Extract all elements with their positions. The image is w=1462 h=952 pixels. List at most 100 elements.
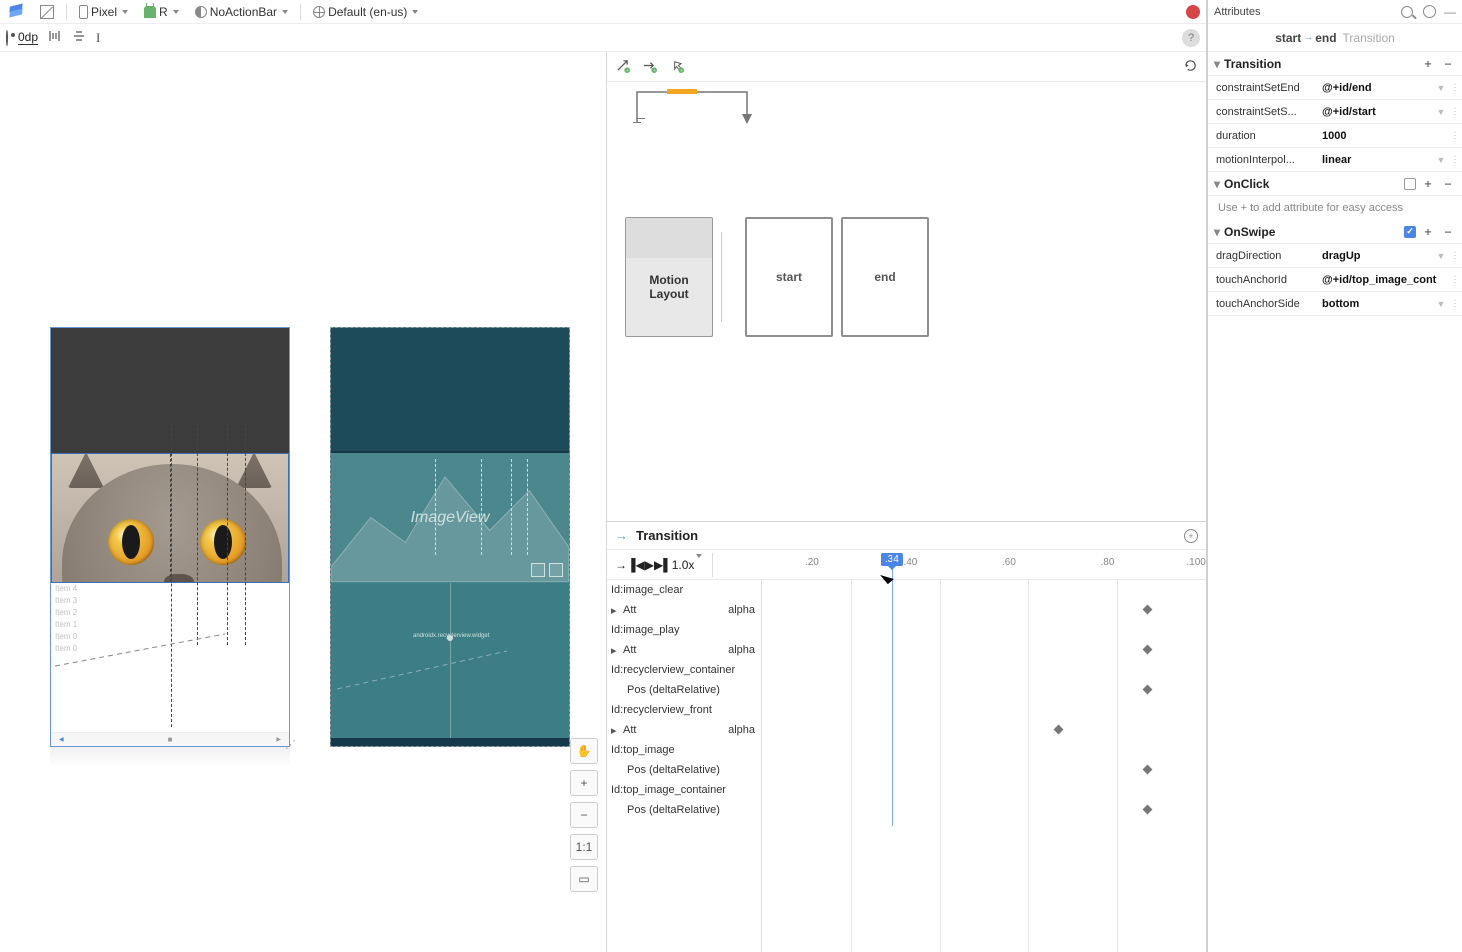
add-icon[interactable]: + — [1420, 56, 1436, 72]
api-picker[interactable]: R — [140, 4, 183, 20]
track-id[interactable]: Id:top_image_container — [607, 780, 761, 800]
zoom-1to1-button[interactable]: 1:1 — [570, 834, 598, 860]
svg-text:+: + — [680, 68, 683, 73]
track-attr[interactable]: ▸Attalpha — [607, 720, 761, 740]
attributes-title: Attributes — [1214, 6, 1260, 18]
design-toolbar: Pixel R NoActionBar Default (en-us) — [0, 0, 1206, 24]
prop-touchAnchorId[interactable]: touchAnchorId @+id/top_image_cont ⋮ — [1208, 268, 1462, 292]
track-id[interactable]: Id:recyclerview_container — [607, 660, 761, 680]
remove-icon[interactable]: − — [1440, 176, 1456, 192]
motion-layout-box[interactable]: Motion Layout — [625, 217, 713, 337]
speed-picker[interactable]: 1.0x — [672, 558, 703, 572]
track-pos[interactable]: Pos (deltaRelative) — [607, 680, 761, 700]
blueprint-topbar — [331, 328, 569, 453]
transition-header: → Transition + — [607, 522, 1206, 550]
skip-end-button[interactable]: ▶▌ — [654, 558, 672, 572]
transition-title: Transition — [636, 528, 698, 543]
layers-icon[interactable] — [6, 4, 28, 20]
track-attr[interactable]: ▸Attalpha — [607, 640, 761, 660]
align-tool-2-icon[interactable] — [72, 29, 86, 46]
text-tool-icon[interactable]: I — [96, 30, 100, 46]
device-picker[interactable]: Pixel — [75, 4, 132, 20]
preview-topbar — [51, 328, 289, 453]
eye-icon[interactable] — [6, 31, 8, 45]
onclick-hint: Use + to add attribute for easy access — [1208, 196, 1462, 220]
timeline-labels: Id:image_clear ▸Attalpha Id:image_play ▸… — [607, 580, 762, 952]
svg-text:+: + — [653, 68, 656, 73]
track-id[interactable]: Id:image_play — [607, 620, 761, 640]
keyframe-icon[interactable] — [1142, 685, 1152, 695]
prop-constraintSetStart[interactable]: constraintSetS... @+id/start ▼⋮ — [1208, 100, 1462, 124]
zoom-in-button[interactable]: + — [570, 770, 598, 796]
section-transition[interactable]: ▾ Transition + − — [1208, 52, 1462, 76]
motion-graph: Motion Layout start end — [607, 82, 1206, 522]
motion-editor: + + + Motion Layout start end — [606, 52, 1206, 952]
zoom-fit-button[interactable]: ▭ — [570, 866, 598, 892]
prop-dragDirection[interactable]: dragDirection dragUp ▼⋮ — [1208, 244, 1462, 268]
add-transition-icon[interactable]: + — [642, 58, 657, 76]
attributes-panel: Attributes — start → end Transition ▾ Tr… — [1207, 0, 1462, 952]
remove-icon[interactable]: − — [1440, 224, 1456, 240]
gear-icon[interactable] — [1423, 5, 1436, 18]
track-id[interactable]: Id:image_clear — [607, 580, 761, 600]
locale-picker[interactable]: Default (en-us) — [309, 4, 422, 20]
track-attr[interactable]: ▸Attalpha — [607, 600, 761, 620]
onclick-checkbox[interactable] — [1404, 178, 1416, 190]
motion-graph-toolbar: + + + — [607, 52, 1206, 82]
track-id[interactable]: Id:recyclerview_front — [607, 700, 761, 720]
onswipe-checkbox[interactable]: ✓ — [1404, 226, 1416, 238]
add-icon[interactable]: + — [1420, 176, 1436, 192]
zoom-controls: ✋ + − 1:1 ▭ — [570, 738, 598, 892]
design-preview[interactable]: Item 4 Item 3 Item 2 Item 1 Item 0 Item … — [50, 327, 290, 747]
keyframe-icon[interactable] — [1142, 765, 1152, 775]
prop-motionInterpolator[interactable]: motionInterpol... linear ▼⋮ — [1208, 148, 1462, 172]
preview-navbar: ◀ ■ ▶ — [51, 732, 289, 746]
keyframe-icon[interactable] — [1142, 645, 1152, 655]
keyframe-icon[interactable] — [1142, 805, 1152, 815]
timeline-ruler[interactable]: .20 .40 .60 .80 .100 .34 — [712, 553, 1206, 577]
zero-dp-button[interactable]: 0dp — [18, 30, 38, 45]
remove-icon[interactable]: − — [1440, 56, 1456, 72]
cycle-icon[interactable] — [1183, 58, 1198, 76]
timeline-track[interactable] — [762, 580, 1206, 952]
prop-touchAnchorSide[interactable]: touchAnchorSide bottom ▼⋮ — [1208, 292, 1462, 316]
keyframe-icon[interactable] — [1142, 605, 1152, 615]
minimize-icon[interactable]: — — [1444, 5, 1456, 19]
play-button[interactable]: ▶ — [645, 558, 654, 572]
skip-start-button[interactable]: ▐◀ — [627, 558, 645, 572]
section-onswipe[interactable]: ▾ OnSwipe ✓ + − — [1208, 220, 1462, 244]
attributes-breadcrumb: start → end Transition — [1208, 24, 1462, 52]
blueprint-preview[interactable]: ImageView androidx.recyclerview.widget — [330, 327, 570, 747]
playback-controls: → ▐◀ ▶ ▶▌ 1.0x .20 .40 .60 .80 .100 .3 — [607, 550, 1206, 580]
resize-handle-icon[interactable]: ⋰ — [285, 742, 299, 756]
track-pos[interactable]: Pos (deltaRelative) — [607, 760, 761, 780]
start-box[interactable]: start — [745, 217, 833, 337]
view-toolbar: 0dp I ? — [0, 24, 1206, 52]
theme-picker[interactable]: NoActionBar — [191, 4, 292, 20]
zoom-out-button[interactable]: − — [570, 802, 598, 828]
add-keyframe-button[interactable]: + — [1184, 529, 1198, 543]
svg-text:+: + — [626, 68, 629, 73]
track-id[interactable]: Id:top_image — [607, 740, 761, 760]
align-tool-1-icon[interactable] — [48, 29, 62, 46]
keyframe-icon[interactable] — [1054, 725, 1064, 735]
error-indicator-icon[interactable] — [1186, 5, 1200, 19]
prop-duration[interactable]: duration 1000 ⋮ — [1208, 124, 1462, 148]
transition-arrow-icon: → — [615, 528, 628, 543]
design-surface[interactable]: Item 4 Item 3 Item 2 Item 1 Item 0 Item … — [0, 52, 606, 952]
add-constraint-icon[interactable]: + — [615, 58, 630, 76]
timeline-playhead[interactable]: .34 — [881, 553, 903, 566]
add-click-icon[interactable]: + — [669, 58, 684, 76]
blueprint-imageview[interactable]: ImageView — [331, 453, 569, 583]
track-pos[interactable]: Pos (deltaRelative) — [607, 800, 761, 820]
help-icon[interactable]: ? — [1182, 29, 1200, 47]
pan-button[interactable]: ✋ — [570, 738, 598, 764]
direction-icon[interactable]: → — [615, 558, 627, 572]
section-onclick[interactable]: ▾ OnClick + − — [1208, 172, 1462, 196]
add-icon[interactable]: + — [1420, 224, 1436, 240]
preview-image[interactable] — [51, 453, 289, 583]
diagonal-icon[interactable] — [36, 4, 58, 20]
end-box[interactable]: end — [841, 217, 929, 337]
search-icon[interactable] — [1401, 6, 1413, 18]
prop-constraintSetEnd[interactable]: constraintSetEnd @+id/end ▼⋮ — [1208, 76, 1462, 100]
